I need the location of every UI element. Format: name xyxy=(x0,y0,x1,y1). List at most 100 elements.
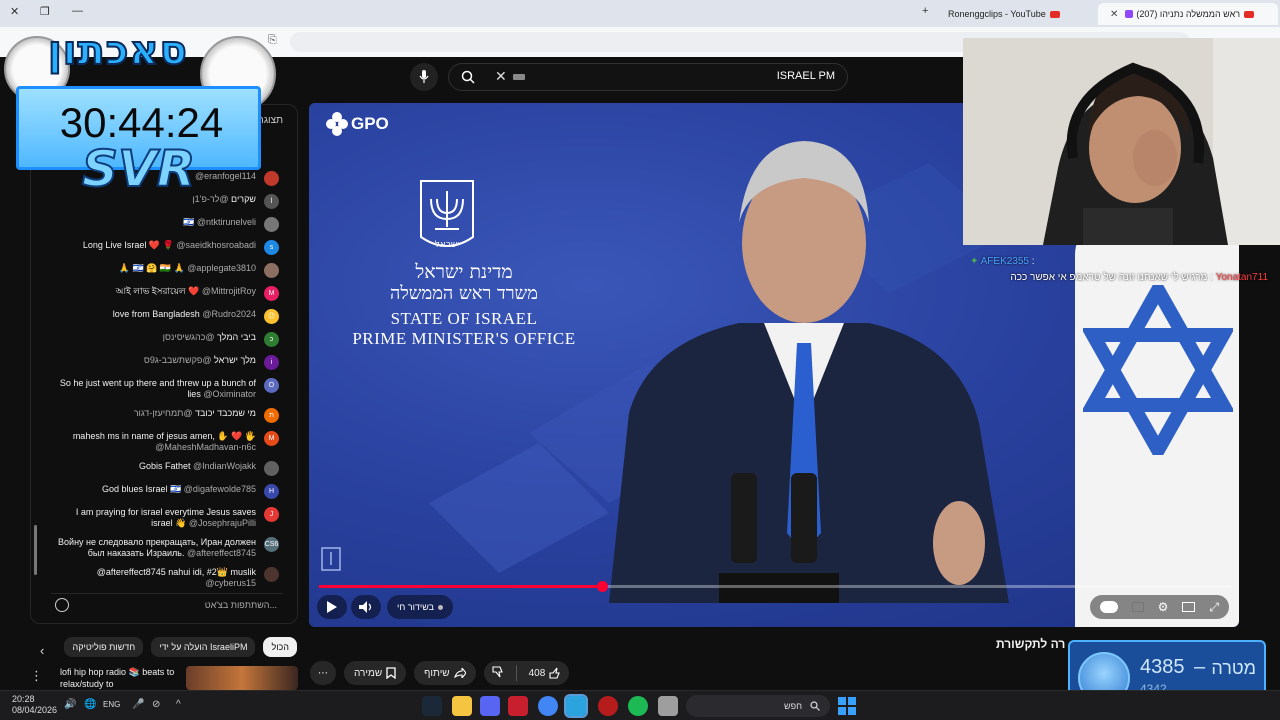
more-actions-button[interactable]: ⋯ xyxy=(310,661,336,685)
chat-author[interactable]: @MittrojitRoy xyxy=(202,286,256,296)
chat-message[interactable]: আই লাভ ইসরায়েল ❤️ @MittrojitRoy M xyxy=(31,284,293,303)
chat-message[interactable]: So he just went up there and threw up a … xyxy=(31,376,293,402)
language-indicator[interactable]: ENG xyxy=(103,700,120,709)
chat-avatar[interactable]: H xyxy=(264,484,279,499)
filter-chip[interactable]: הכול xyxy=(263,637,297,657)
tab-pm-stream[interactable]: ✕ (207) ראש הממשלה נתניהו xyxy=(1098,3,1278,25)
chat-avatar[interactable]: l xyxy=(264,194,279,209)
obs-icon[interactable] xyxy=(598,696,618,716)
chat-avatar[interactable]: כ xyxy=(264,332,279,347)
search-icon[interactable] xyxy=(461,70,475,84)
chat-avatar[interactable]: i xyxy=(264,355,279,370)
progress-bar[interactable] xyxy=(319,581,1231,592)
chat-message[interactable]: God blues Israel 🇮🇱 @digafewolde785 H xyxy=(31,482,293,501)
chat-avatar[interactable]: ת xyxy=(264,408,279,423)
chat-avatar[interactable]: M xyxy=(264,286,279,301)
cast-icon[interactable]: ⎘ xyxy=(268,34,277,47)
chat-message[interactable]: 🙏 🇮🇱 🤗 🇮🇳 🙏 @applegate3810 xyxy=(31,261,293,280)
chrome-icon[interactable] xyxy=(538,696,558,716)
chat-author[interactable]: @Rudro2024 xyxy=(202,309,256,319)
chat-message[interactable]: Long Live Israel ❤️ 🌹 @saeidkhosroabadi s xyxy=(31,238,293,257)
mic-tray-icon[interactable]: 🎤 xyxy=(132,699,144,710)
play-button[interactable] xyxy=(317,595,347,619)
taskbar-search[interactable]: חפש xyxy=(686,695,830,717)
chat-input[interactable]: השתתפות בצ'אט... xyxy=(51,593,283,615)
chat-author[interactable]: @MaheshMadhavan-n6c xyxy=(155,442,256,452)
chat-author[interactable]: @תמחיעזן-דגור xyxy=(134,408,193,418)
chat-author[interactable]: @לר-פ'1ן xyxy=(192,194,228,204)
chat-message[interactable]: @aftereffect8745 nahui idi, #2👑 muslik @… xyxy=(31,565,293,591)
discord-icon[interactable] xyxy=(480,696,500,716)
chat-avatar[interactable] xyxy=(264,217,279,232)
tray-expand-icon[interactable]: ^ xyxy=(176,699,181,710)
autoplay-toggle[interactable] xyxy=(1099,601,1118,613)
voice-search-button[interactable] xyxy=(410,63,438,91)
fullscreen-icon[interactable]: ⤢ xyxy=(1209,600,1219,615)
chat-author[interactable]: @Oximinator xyxy=(203,389,256,399)
chat-scrollbar[interactable] xyxy=(34,525,37,575)
spotify-icon[interactable] xyxy=(628,696,648,716)
close-window-icon[interactable]: ✕ xyxy=(10,5,19,18)
chat-author[interactable]: @saeidkhosroabadi xyxy=(176,240,256,250)
clear-search-icon[interactable]: ✕ xyxy=(495,68,507,85)
chat-message[interactable]: 🇮🇱 @ntktirunelveli xyxy=(31,215,293,234)
dislike-button[interactable] xyxy=(484,665,512,681)
volume-tray-icon[interactable]: 🔊 xyxy=(64,699,76,710)
chat-message[interactable]: mahesh ms in name of jesus amen, ✋ ❤️ 🖐 … xyxy=(31,429,293,455)
chat-avatar[interactable]: CS6 xyxy=(264,537,279,552)
new-tab-icon[interactable]: + xyxy=(922,5,928,17)
chat-message[interactable]: מלך ישראל @פקשתשבב-ג9ס i xyxy=(31,353,293,372)
chat-message[interactable]: love from Bangladesh @Rudro2024 😕 xyxy=(31,307,293,326)
chat-avatar[interactable] xyxy=(264,567,279,582)
chat-author[interactable]: @כהגשיסינסן xyxy=(163,332,215,342)
chat-avatar[interactable]: O xyxy=(264,378,279,393)
filter-chip[interactable]: הועלה על ידי IsraeliPM xyxy=(151,637,256,657)
filter-chip[interactable]: חדשות פוליטיקה xyxy=(64,637,144,657)
live-indicator[interactable]: בשידור חי xyxy=(387,595,454,619)
chat-author[interactable]: @digafewolde785 xyxy=(184,484,256,494)
app-window-icon[interactable] xyxy=(658,696,678,716)
chat-avatar[interactable]: J xyxy=(264,507,279,522)
chips-scroll-left-icon[interactable]: ‹ xyxy=(40,643,44,658)
chat-author[interactable]: @פקשתשבב-ג9ס xyxy=(144,355,212,365)
file-explorer-icon[interactable] xyxy=(452,696,472,716)
windows-start-icon[interactable] xyxy=(838,697,856,715)
chat-message[interactable]: Gobis Fathet @IndianWojakk xyxy=(31,459,293,478)
recommendation-item[interactable]: lofi hip hop radio 📚 beats to relax/stud… xyxy=(60,666,298,690)
chat-avatar[interactable] xyxy=(264,263,279,278)
share-button[interactable]: שיתוף xyxy=(414,661,476,685)
taskbar-clock[interactable]: 20:28 08/04/2026 xyxy=(12,694,57,716)
network-tray-icon[interactable]: 🌐 xyxy=(84,699,96,710)
chat-avatar[interactable]: s xyxy=(264,240,279,255)
theater-mode-icon[interactable] xyxy=(1182,602,1196,612)
recommendation-thumbnail[interactable] xyxy=(186,666,298,690)
subtitles-icon[interactable] xyxy=(1131,602,1144,612)
telegram-icon[interactable] xyxy=(564,694,588,718)
search-query[interactable]: ISRAEL PM xyxy=(777,70,835,82)
chat-author[interactable]: @cyberus15 xyxy=(205,578,256,588)
chat-author[interactable]: @eranfogel114 xyxy=(195,171,256,181)
recommendation-title[interactable]: lofi hip hop radio 📚 beats to relax/stud… xyxy=(60,666,182,690)
chat-avatar[interactable]: 😕 xyxy=(264,309,279,324)
chat-message[interactable]: I am praying for israel everytime Jesus … xyxy=(31,505,293,531)
save-button[interactable]: שמירה xyxy=(344,661,407,685)
chat-author[interactable]: @applegate3810 xyxy=(187,263,256,273)
chat-author[interactable]: @ntktirunelveli xyxy=(197,217,256,227)
chat-author[interactable]: @aftereffect8745 xyxy=(187,548,256,558)
settings-gear-icon[interactable]: ⚙ xyxy=(1158,600,1169,614)
close-tab-icon[interactable]: ✕ xyxy=(1110,9,1118,20)
steam-icon[interactable] xyxy=(422,696,442,716)
progress-scrubber[interactable] xyxy=(596,581,608,592)
more-options-icon[interactable]: ⋮ xyxy=(30,668,43,684)
emoji-icon[interactable] xyxy=(55,598,69,612)
video-title-fragment[interactable]: רה לתקשורת xyxy=(996,637,1065,651)
chat-avatar[interactable] xyxy=(264,461,279,476)
chat-author[interactable]: @IndianWojakk xyxy=(193,461,256,471)
volume-button[interactable] xyxy=(351,595,381,619)
minimize-window-icon[interactable]: — xyxy=(72,5,83,17)
chat-author[interactable]: @JosephrajuPilli xyxy=(189,518,256,528)
restore-window-icon[interactable]: ❐ xyxy=(40,5,50,18)
search-box[interactable]: ✕ ISRAEL PM xyxy=(448,63,848,91)
app-red-icon[interactable] xyxy=(508,696,528,716)
chat-message[interactable]: ביבי המלך @כהגשיסינסן כ xyxy=(31,330,293,349)
